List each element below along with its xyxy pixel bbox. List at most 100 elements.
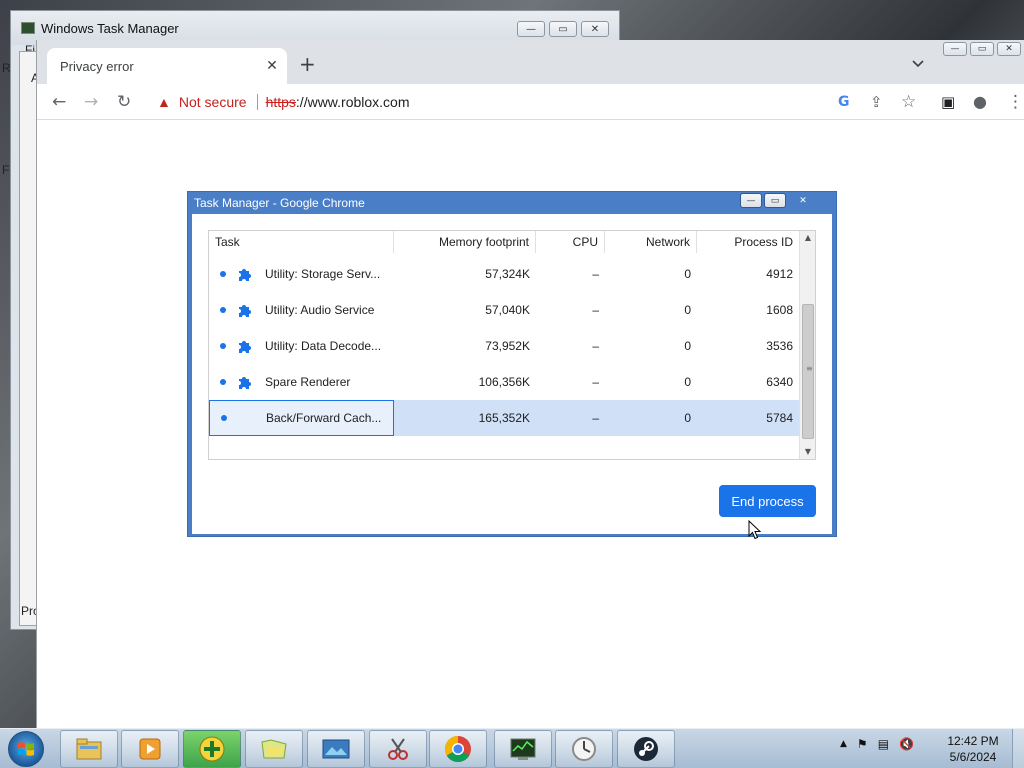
maximize-button[interactable]: ▭	[764, 193, 786, 208]
browser-toolbar: ← → ↻ ▲ Not secure https ://www.roblox.c…	[37, 84, 1024, 120]
windows-logo-icon	[18, 742, 34, 756]
show-desktop-button[interactable]	[1012, 729, 1024, 768]
tab-privacy-error[interactable]: Privacy error ✕	[47, 48, 287, 84]
clock-date: 5/6/2024	[949, 750, 997, 764]
column-header-network[interactable]: Network	[605, 231, 697, 253]
task-cell: Utility: Data Decode...	[209, 328, 394, 364]
puzzle-icon	[239, 341, 251, 353]
forward-icon[interactable]: →	[84, 92, 98, 112]
table-header: Task Memory footprint CPU Network Proces…	[209, 231, 799, 253]
chrome-task-manager-dialog[interactable]: Task Manager - Google Chrome — ▭ ✕ Utili…	[187, 191, 837, 540]
action-center-flag-icon[interactable]: ⚑	[857, 737, 868, 751]
maximize-button[interactable]: ▭	[549, 21, 577, 37]
cpu-cell: –	[592, 303, 599, 317]
network-cell: 0	[684, 303, 691, 317]
process-id-cell: 6340	[766, 375, 793, 389]
puzzle-icon	[239, 377, 251, 389]
snipping-tool-icon	[388, 738, 408, 760]
folder-icon	[261, 739, 287, 759]
taskbar-task-manager[interactable]	[494, 730, 552, 768]
status-dot-icon	[221, 415, 227, 421]
process-table-body: Utility: Network Ser...65,720K–04964Util…	[209, 236, 799, 436]
end-process-button[interactable]: End process	[719, 485, 816, 517]
network-cell: 0	[684, 339, 691, 353]
column-header-task[interactable]: Task	[209, 231, 394, 253]
taskbar-clock-app[interactable]	[555, 730, 613, 768]
scrollbar-thumb[interactable]: ≡	[802, 304, 814, 439]
task-name: Utility: Data Decode...	[265, 339, 382, 353]
puzzle-icon	[239, 305, 251, 317]
media-player-icon	[139, 738, 161, 760]
process-id-cell: 1608	[766, 303, 793, 317]
menu-kebab-icon[interactable]: ⋮	[1007, 92, 1024, 112]
column-header-cpu[interactable]: CPU	[536, 231, 605, 253]
taskbar-folder[interactable]	[245, 730, 303, 768]
taskbar-explorer[interactable]	[60, 730, 118, 768]
dialog-title-bar[interactable]: Task Manager - Google Chrome	[188, 192, 836, 214]
minimize-button[interactable]: —	[740, 193, 762, 208]
task-name: Spare Renderer	[265, 375, 351, 389]
close-button[interactable]: ✕	[788, 193, 818, 208]
volume-muted-icon[interactable]: 🔇	[899, 737, 914, 751]
status-dot-icon	[220, 343, 226, 349]
tab-search-icon[interactable]	[912, 58, 924, 71]
puzzle-icon	[239, 269, 251, 281]
memory-cell: 57,324K	[485, 267, 530, 281]
side-panel-icon[interactable]: ▣	[941, 92, 955, 112]
not-secure-label[interactable]: Not secure	[179, 94, 247, 110]
maximize-button[interactable]: ▭	[970, 42, 994, 56]
status-dot-icon	[220, 271, 226, 277]
bookmark-star-icon[interactable]: ☆	[901, 92, 916, 112]
minimize-button[interactable]: —	[943, 42, 967, 56]
network-cell: 0	[684, 411, 691, 425]
memory-cell: 106,356K	[478, 375, 530, 389]
tab-close-icon[interactable]: ✕	[261, 58, 283, 74]
back-icon[interactable]: ←	[52, 92, 66, 112]
process-table: Utility: Network Ser...65,720K–04964Util…	[208, 230, 816, 460]
taskbar-steam[interactable]	[617, 730, 675, 768]
column-header-process-id[interactable]: Process ID	[697, 231, 799, 253]
photo-viewer-icon	[322, 739, 350, 759]
address-bar[interactable]: ▲ Not secure https ://www.roblox.com	[151, 88, 991, 116]
table-row[interactable]: Utility: Data Decode... 73,952K – 0 3536	[209, 328, 799, 364]
network-icon[interactable]: ▤	[878, 737, 889, 751]
close-button[interactable]: ✕	[581, 21, 609, 37]
share-icon[interactable]: ⇪	[870, 92, 883, 112]
taskbar-plus-app[interactable]	[183, 730, 241, 768]
table-row[interactable]: Back/Forward Cach... 165,352K – 0 5784	[209, 400, 799, 436]
column-header-memory[interactable]: Memory footprint	[394, 231, 536, 253]
vertical-scrollbar[interactable]: ▲ ≡ ▼	[799, 231, 815, 459]
memory-cell: 165,352K	[478, 411, 530, 425]
taskbar-photo-viewer[interactable]	[307, 730, 365, 768]
divider	[256, 94, 258, 110]
show-hidden-icons[interactable]: ▲	[840, 739, 847, 749]
new-tab-button[interactable]: +	[299, 54, 316, 74]
table-row[interactable]: Utility: Storage Serv... 57,324K – 0 4912	[209, 256, 799, 292]
minimize-button[interactable]: —	[517, 21, 545, 37]
taskbar: ▲ ⚑ ▤ 🔇 12:42 PM 5/6/2024	[0, 728, 1024, 768]
mouse-cursor-icon	[748, 520, 762, 540]
cpu-cell: –	[592, 411, 599, 425]
start-button[interactable]	[8, 731, 44, 767]
taskbar-snipping-tool[interactable]	[369, 730, 427, 768]
google-lens-icon[interactable]: G	[838, 92, 850, 112]
chrome-window-controls: — ▭ ✕	[943, 42, 1021, 56]
close-button[interactable]: ✕	[997, 42, 1021, 56]
taskbar-media-player[interactable]	[121, 730, 179, 768]
table-row[interactable]: Utility: Audio Service 57,040K – 0 1608	[209, 292, 799, 328]
taskbar-chrome[interactable]	[429, 730, 487, 768]
table-row[interactable]: Spare Renderer 106,356K – 0 6340	[209, 364, 799, 400]
tab-title: Privacy error	[60, 58, 134, 74]
warning-icon[interactable]: ▲	[157, 94, 171, 110]
steam-icon	[634, 737, 658, 761]
taskbar-clock[interactable]: 12:42 PM 5/6/2024	[940, 733, 1006, 765]
task-cell: Spare Renderer	[209, 364, 394, 400]
scroll-down-arrow[interactable]: ▼	[800, 445, 815, 459]
profile-avatar-icon[interactable]: ●	[973, 92, 987, 112]
process-id-cell: 3536	[766, 339, 793, 353]
reload-icon[interactable]: ↻	[117, 92, 131, 112]
scrollbar-grip-icon: ≡	[806, 364, 813, 373]
scroll-up-arrow[interactable]: ▲	[800, 231, 815, 245]
blank-icon	[238, 410, 254, 426]
dialog-window-controls: — ▭ ✕	[740, 193, 818, 208]
